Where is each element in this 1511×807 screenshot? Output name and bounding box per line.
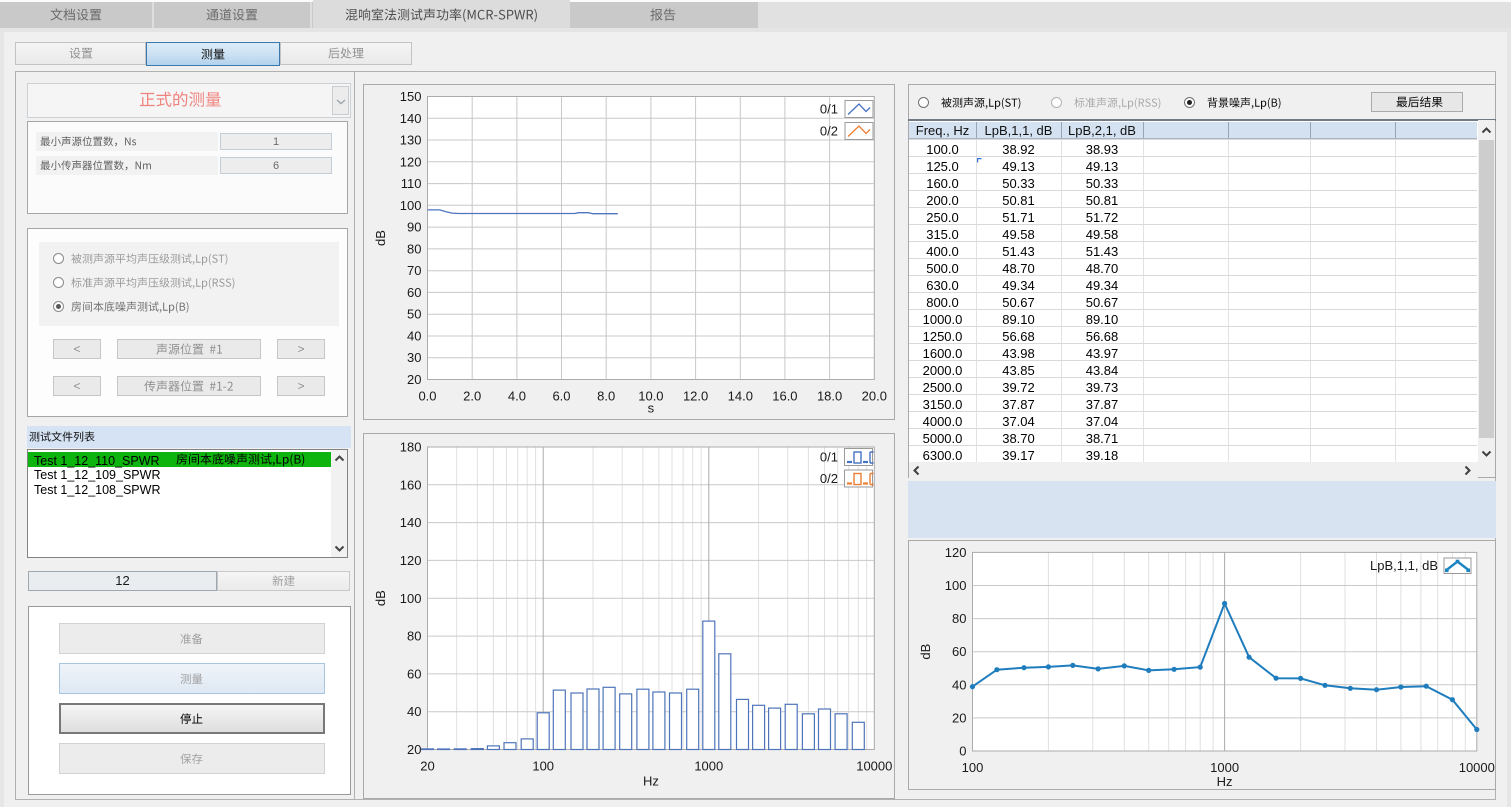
svg-text:110: 110 xyxy=(401,176,422,191)
svg-text:60: 60 xyxy=(952,644,966,659)
svg-text:40: 40 xyxy=(952,677,966,692)
svg-text:60: 60 xyxy=(407,666,421,681)
svg-text:2.0: 2.0 xyxy=(463,389,481,404)
svg-text:80: 80 xyxy=(407,241,421,256)
svg-text:80: 80 xyxy=(407,629,421,644)
svg-text:100: 100 xyxy=(400,198,422,213)
svg-text:20: 20 xyxy=(407,372,421,387)
svg-text:dB: dB xyxy=(918,644,933,660)
svg-text:10000: 10000 xyxy=(856,759,892,774)
svg-text:18.0: 18.0 xyxy=(817,389,842,404)
svg-text:14.0: 14.0 xyxy=(728,389,753,404)
svg-text:dB: dB xyxy=(373,230,388,246)
svg-text:4.0: 4.0 xyxy=(508,389,526,404)
svg-text:130: 130 xyxy=(400,133,422,148)
svg-text:0/2: 0/2 xyxy=(820,124,838,139)
svg-text:20: 20 xyxy=(420,759,434,774)
svg-text:0/2: 0/2 xyxy=(820,471,838,486)
svg-text:120: 120 xyxy=(400,553,422,568)
svg-text:0.0: 0.0 xyxy=(418,389,436,404)
svg-text:LpB,1,1, dB: LpB,1,1, dB xyxy=(1370,558,1438,573)
svg-text:0/1: 0/1 xyxy=(820,450,838,465)
svg-text:10000: 10000 xyxy=(1459,760,1495,775)
svg-text:dB: dB xyxy=(373,590,388,606)
svg-text:80: 80 xyxy=(952,611,966,626)
svg-text:30: 30 xyxy=(407,350,421,365)
svg-text:Hz: Hz xyxy=(1217,774,1233,789)
svg-text:100: 100 xyxy=(532,759,554,774)
svg-text:1000: 1000 xyxy=(694,759,723,774)
svg-text:180: 180 xyxy=(400,440,422,455)
svg-text:1000: 1000 xyxy=(1210,760,1239,775)
svg-text:16.0: 16.0 xyxy=(772,389,797,404)
svg-text:150: 150 xyxy=(400,89,422,104)
svg-text:20: 20 xyxy=(952,710,966,725)
svg-text:70: 70 xyxy=(407,263,421,278)
svg-text:20: 20 xyxy=(407,742,421,757)
svg-text:100: 100 xyxy=(945,578,967,593)
svg-text:Hz: Hz xyxy=(643,774,659,789)
svg-text:s: s xyxy=(648,401,655,416)
svg-text:120: 120 xyxy=(400,154,422,169)
svg-text:90: 90 xyxy=(407,220,421,235)
svg-text:40: 40 xyxy=(407,329,421,344)
svg-text:20.0: 20.0 xyxy=(862,389,887,404)
svg-text:60: 60 xyxy=(407,285,421,300)
svg-text:50: 50 xyxy=(407,307,421,322)
svg-text:12.0: 12.0 xyxy=(683,389,708,404)
svg-text:160: 160 xyxy=(400,477,422,492)
svg-text:40: 40 xyxy=(407,704,421,719)
svg-text:8.0: 8.0 xyxy=(597,389,615,404)
svg-text:100: 100 xyxy=(962,760,984,775)
svg-text:140: 140 xyxy=(400,111,422,126)
svg-text:0/1: 0/1 xyxy=(820,102,838,117)
svg-text:140: 140 xyxy=(400,515,422,530)
svg-text:100: 100 xyxy=(400,591,422,606)
svg-text:6.0: 6.0 xyxy=(552,389,570,404)
svg-text:0: 0 xyxy=(959,744,966,759)
svg-text:120: 120 xyxy=(945,545,967,560)
